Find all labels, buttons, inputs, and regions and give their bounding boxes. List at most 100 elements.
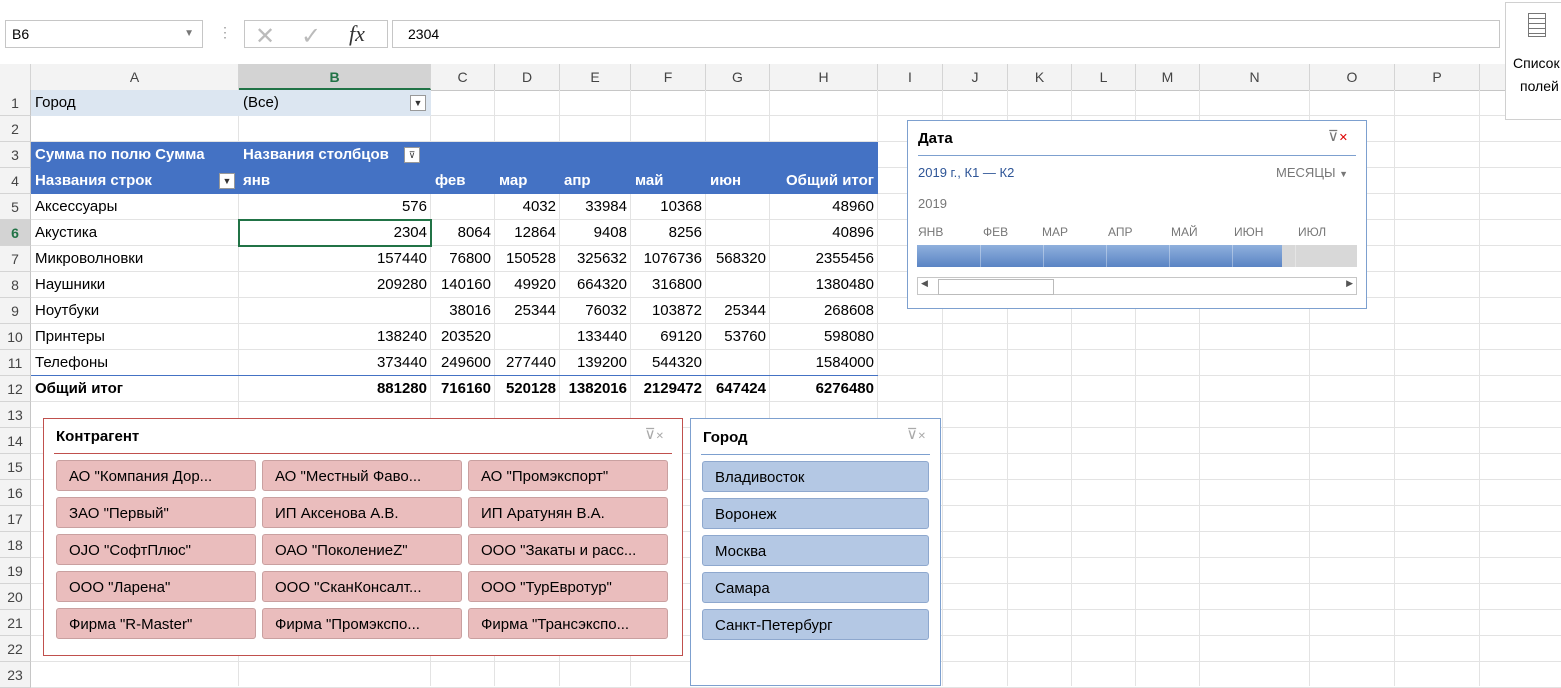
grand-total-value[interactable]: 716160 [431, 376, 495, 402]
row-header-14[interactable]: 14 [0, 428, 31, 454]
pivot-value[interactable] [239, 298, 431, 324]
slicer-item-contragent[interactable]: ИП Аксенова А.В. [262, 497, 462, 528]
timeline-month[interactable]: ИЮН [1234, 225, 1263, 239]
row-header-8[interactable]: 8 [0, 272, 31, 298]
row-header-9[interactable]: 9 [0, 298, 31, 324]
column-header-K[interactable]: K [1008, 64, 1072, 90]
row-header-2[interactable]: 2 [0, 116, 31, 142]
column-header-M[interactable]: M [1136, 64, 1200, 90]
check-icon[interactable]: ✓ [301, 22, 321, 51]
pivot-value[interactable]: 277440 [495, 350, 560, 376]
column-header-G[interactable]: G [706, 64, 770, 90]
column-header-H[interactable]: H [770, 64, 878, 90]
pivot-value[interactable]: 133440 [560, 324, 631, 350]
slicer-item-contragent[interactable]: АО "Местный Фаво... [262, 460, 462, 491]
slicer-city[interactable]: Город ⊽✕ Владивосток Воронеж Москва Самара С… [690, 418, 941, 686]
chevron-down-icon[interactable]: ▼ [184, 28, 194, 39]
column-header-J[interactable]: J [943, 64, 1008, 90]
pivot-row-total[interactable]: 268608 [770, 298, 878, 324]
pivot-row-name[interactable]: Ноутбуки [31, 298, 239, 324]
row-header-18[interactable]: 18 [0, 532, 31, 558]
slicer-item-contragent[interactable]: АО "Промэкспорт" [468, 460, 668, 491]
row-header-3[interactable]: 3 [0, 142, 31, 168]
scroll-left-icon[interactable]: ◀ [921, 278, 928, 289]
pivot-value[interactable] [706, 272, 770, 298]
column-header-D[interactable]: D [495, 64, 560, 90]
column-header-N[interactable]: N [1200, 64, 1310, 90]
timeline-month[interactable]: МАЙ [1171, 225, 1198, 239]
slicer-item-contragent[interactable]: Фирма "R-Master" [56, 608, 256, 639]
slicer-item-contragent[interactable]: ООО "СканКонсалт... [262, 571, 462, 602]
row-header-4[interactable]: 4 [0, 168, 31, 194]
pivot-value[interactable]: 373440 [239, 350, 431, 376]
pivot-value[interactable]: 316800 [631, 272, 706, 298]
grand-total-value[interactable]: 647424 [706, 376, 770, 402]
slicer-item-city[interactable]: Москва [702, 535, 929, 566]
timeline-month[interactable]: МАР [1042, 225, 1068, 239]
pivot-value[interactable] [706, 350, 770, 376]
pivot-value[interactable]: 33984 [560, 194, 631, 220]
row-filter-icon[interactable]: ▼ [219, 173, 235, 189]
cell-filter-label[interactable]: Город [31, 90, 239, 116]
row-header-22[interactable]: 22 [0, 636, 31, 662]
pivot-value[interactable]: 53760 [706, 324, 770, 350]
slicer-item-contragent[interactable]: АО "Компания Дор... [56, 460, 256, 491]
row-header-21[interactable]: 21 [0, 610, 31, 636]
pivot-row-name[interactable]: Телефоны [31, 350, 239, 376]
row-header-15[interactable]: 15 [0, 454, 31, 480]
slicer-item-contragent[interactable]: ООО "ТурЕвротур" [468, 571, 668, 602]
pivot-value[interactable]: 8064 [431, 220, 495, 246]
slicer-item-contragent[interactable]: ЗАО "Первый" [56, 497, 256, 528]
timeline-track[interactable] [917, 245, 1357, 267]
pivot-value[interactable]: 325632 [560, 246, 631, 272]
scroll-thumb[interactable] [938, 279, 1054, 295]
slicer-contragent[interactable]: Контрагент ⊽✕ АО "Компания Дор... АО "Мес… [43, 418, 683, 656]
pivot-value[interactable]: 664320 [560, 272, 631, 298]
pivot-value[interactable]: 103872 [631, 298, 706, 324]
timeline-month[interactable]: АПР [1108, 225, 1133, 239]
timeline-scrollbar[interactable]: ◀ ▶ [917, 277, 1357, 295]
pivot-value[interactable]: 139200 [560, 350, 631, 376]
slicer-item-city[interactable]: Владивосток [702, 461, 929, 492]
select-all-corner[interactable] [0, 64, 31, 90]
slicer-item-contragent[interactable]: ООО "Ларена" [56, 571, 256, 602]
pivot-value[interactable]: 568320 [706, 246, 770, 272]
pivot-value[interactable]: 76032 [560, 298, 631, 324]
timeline-month[interactable]: ЯНВ [918, 225, 943, 239]
pivot-row-total[interactable]: 48960 [770, 194, 878, 220]
timeline-month[interactable]: ИЮЛ [1298, 225, 1326, 239]
pivot-value[interactable]: 12864 [495, 220, 560, 246]
row-header-6[interactable]: 6 [0, 220, 31, 246]
pivot-value[interactable]: 69120 [631, 324, 706, 350]
clear-filter-icon[interactable]: ⊽✕ [1328, 127, 1348, 145]
field-list-button[interactable]: Список полей [1505, 2, 1561, 120]
pivot-value[interactable]: 25344 [706, 298, 770, 324]
grand-total-value[interactable]: 520128 [495, 376, 560, 402]
slicer-item-contragent[interactable]: ООО "Закаты и расс... [468, 534, 668, 565]
pivot-value[interactable]: 38016 [431, 298, 495, 324]
cell-filter-value[interactable]: (Все) [239, 90, 431, 116]
pivot-value[interactable]: 25344 [495, 298, 560, 324]
row-header-19[interactable]: 19 [0, 558, 31, 584]
pivot-value[interactable]: 150528 [495, 246, 560, 272]
scroll-right-icon[interactable]: ▶ [1346, 278, 1353, 289]
pivot-row-name[interactable]: Наушники [31, 272, 239, 298]
slicer-item-city[interactable]: Санкт-Петербург [702, 609, 929, 640]
column-header-E[interactable]: E [560, 64, 631, 90]
pivot-row-total[interactable]: 1380480 [770, 272, 878, 298]
column-header-O[interactable]: O [1310, 64, 1395, 90]
grand-total-value[interactable]: 2129472 [631, 376, 706, 402]
slicer-item-contragent[interactable]: ОАО "ПоколениеZ" [262, 534, 462, 565]
row-header-7[interactable]: 7 [0, 246, 31, 272]
clear-filter-icon[interactable]: ⊽✕ [907, 425, 926, 443]
pivot-value[interactable] [431, 194, 495, 220]
pivot-value[interactable]: 49920 [495, 272, 560, 298]
column-header-A[interactable]: A [31, 64, 239, 90]
pivot-value[interactable]: 9408 [560, 220, 631, 246]
row-header-23[interactable]: 23 [0, 662, 31, 688]
pivot-value[interactable]: 576 [239, 194, 431, 220]
column-filter-icon[interactable]: ⊽ [404, 147, 420, 163]
pivot-value[interactable]: 249600 [431, 350, 495, 376]
pivot-value[interactable]: 10368 [631, 194, 706, 220]
row-header-10[interactable]: 10 [0, 324, 31, 350]
